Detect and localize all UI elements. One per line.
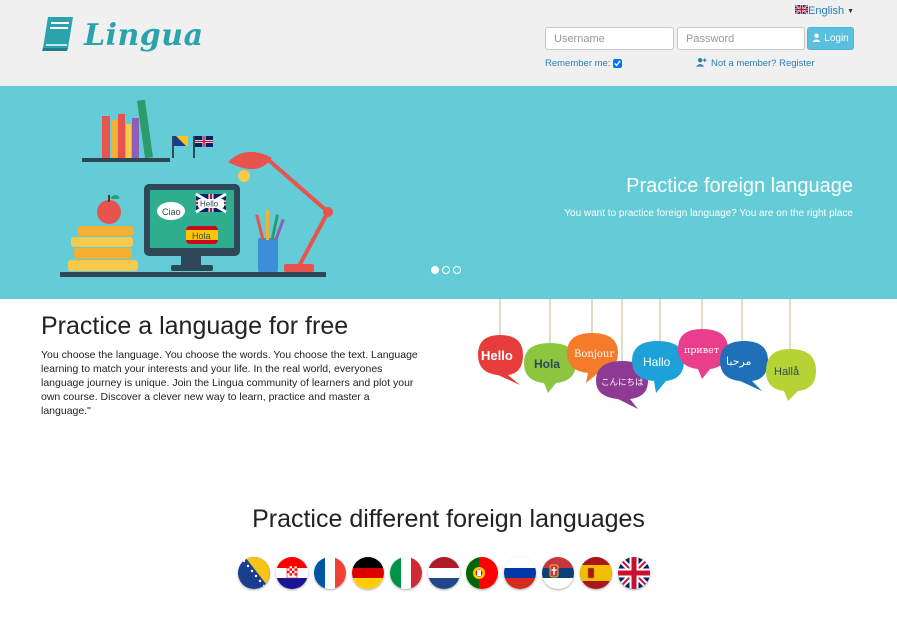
russia-flag-icon[interactable] — [504, 557, 536, 589]
hola-greeting: Hola — [534, 357, 560, 371]
learning-desk-illustration: Ciao Hello Hola — [58, 96, 338, 286]
language-flags — [238, 557, 650, 589]
carousel-dot-3[interactable] — [453, 266, 461, 274]
marhaba-greeting: مرحبا — [726, 355, 752, 368]
privet-greeting: привет — [684, 345, 719, 356]
hello-bubble-text: Hello — [200, 200, 219, 209]
user-icon — [812, 33, 821, 45]
uk-flag-icon[interactable] — [618, 557, 650, 589]
header: Lingua English ▼ Login Remember me: N — [0, 0, 897, 86]
hero-carousel: Ciao Hello Hola Practice foreign languag… — [0, 86, 897, 299]
logo[interactable]: Lingua — [40, 14, 204, 57]
hero-subtitle: You want to practice foreign language? Y… — [564, 208, 853, 219]
login-button[interactable]: Login — [807, 27, 854, 50]
bonjour-greeting: Bonjour — [574, 349, 614, 360]
portugal-flag-icon[interactable] — [466, 557, 498, 589]
remember-checkbox[interactable] — [613, 59, 623, 68]
intro-text: You choose the language. You choose the … — [41, 349, 418, 417]
languages-title: Practice different foreign languages — [252, 505, 645, 533]
ciao-bubble-text: Ciao — [162, 207, 181, 217]
register-link[interactable]: Not a member? Register — [696, 57, 814, 70]
hello-greeting: Hello — [481, 348, 513, 363]
remember-me: Remember me: — [545, 58, 623, 69]
logo-text: Lingua — [84, 18, 204, 53]
halla-greeting: Hallå — [774, 366, 800, 378]
serbia-flag-icon[interactable] — [542, 557, 574, 589]
language-label: English — [808, 5, 845, 17]
carousel-dot-2[interactable] — [442, 266, 450, 274]
germany-flag-icon[interactable] — [352, 557, 384, 589]
france-flag-icon[interactable] — [314, 557, 346, 589]
language-dropdown[interactable]: English ▼ — [794, 4, 855, 17]
login-label: Login — [824, 33, 849, 44]
book-icon — [40, 14, 76, 57]
add-user-icon — [696, 57, 707, 70]
hallo-greeting: Hallo — [643, 355, 671, 369]
caret-down-icon: ▼ — [847, 7, 855, 15]
remember-label: Remember me: — [545, 58, 611, 69]
netherlands-flag-icon[interactable] — [428, 557, 460, 589]
italy-flag-icon[interactable] — [390, 557, 422, 589]
hero-title: Practice foreign language — [626, 175, 853, 197]
carousel-dot-1[interactable] — [431, 266, 439, 274]
username-input[interactable] — [545, 27, 674, 50]
intro-title: Practice a language for free — [41, 312, 349, 340]
spain-flag-icon[interactable] — [580, 557, 612, 589]
croatia-flag-icon[interactable] — [276, 557, 308, 589]
bosnia-flag-icon[interactable] — [238, 557, 270, 589]
uk-flag-icon — [794, 4, 809, 17]
password-input[interactable] — [677, 27, 805, 50]
hola-bubble-text: Hola — [192, 231, 211, 241]
register-label: Not a member? Register — [711, 58, 815, 69]
carousel-indicators — [431, 266, 461, 274]
greeting-bubbles-illustration: Hello Hola Bonjour こんにちは Hallo привет مر… — [470, 299, 830, 416]
konnichiwa-greeting: こんにちは — [601, 378, 644, 388]
